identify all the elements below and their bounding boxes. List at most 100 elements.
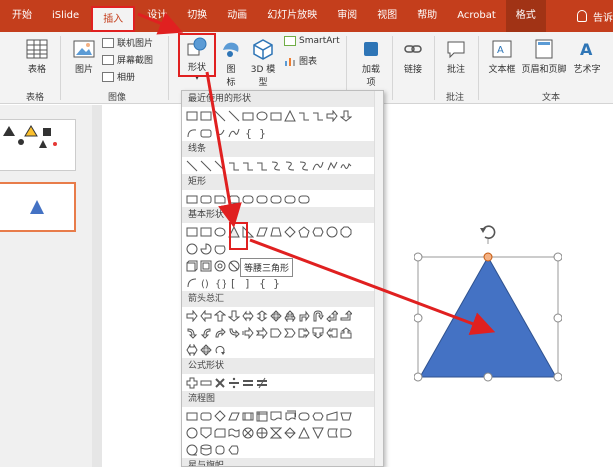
textbox-shape-icon[interactable] — [186, 226, 198, 238]
slide-thumbnail[interactable] — [0, 119, 76, 171]
flowchart-manual-operation-icon[interactable] — [340, 410, 352, 422]
curved-up-arrow-shape-icon[interactable] — [214, 327, 226, 339]
tab-format[interactable]: 格式 — [505, 0, 546, 32]
icons-button[interactable]: 图标 — [220, 38, 242, 88]
vertical-textbox-shape-icon[interactable] — [200, 226, 212, 238]
tab-transitions[interactable]: 切换 — [177, 0, 217, 32]
curved-down-arrow-shape-icon[interactable] — [228, 327, 240, 339]
freeform-shape-icon[interactable] — [326, 160, 338, 172]
gallery-scrollbar[interactable] — [374, 91, 383, 466]
diamond-shape-icon[interactable] — [284, 225, 296, 238]
flowchart-terminator-icon[interactable] — [298, 410, 310, 422]
online-pictures-button[interactable]: 联机图片 — [102, 36, 153, 49]
tab-view[interactable]: 视图 — [367, 0, 407, 32]
tab-insert[interactable]: 插入 — [91, 6, 136, 32]
right-brace-shape-icon[interactable]: } — [256, 127, 268, 139]
smartart-button[interactable]: SmartArt — [284, 36, 340, 46]
flowchart-collate-icon[interactable] — [270, 427, 282, 439]
connector-shape-icon[interactable] — [312, 110, 324, 122]
tab-animations[interactable]: 动画 — [217, 0, 257, 32]
striped-right-arrow-shape-icon[interactable] — [242, 326, 254, 339]
curve-shape-icon[interactable] — [312, 160, 324, 172]
up-arrow-callout-shape-icon[interactable] — [340, 326, 352, 339]
left-brace-shape-icon[interactable]: { — [242, 127, 254, 139]
quad-arrow-shape-icon[interactable] — [270, 309, 282, 322]
tab-help[interactable]: 帮助 — [407, 0, 447, 32]
heptagon-shape-icon[interactable] — [326, 226, 338, 238]
division-shape-icon[interactable] — [228, 377, 240, 389]
flowchart-card-icon[interactable] — [214, 427, 226, 439]
flowchart-merge-icon[interactable] — [312, 427, 324, 439]
brace-pair-shape-icon[interactable]: {} — [214, 277, 226, 289]
slide-thumbnail-selected[interactable] — [0, 182, 76, 232]
connector-shape-icon[interactable] — [298, 110, 310, 122]
left-bracket-shape-icon[interactable]: [ — [228, 277, 240, 289]
elbow-connector-shape-icon[interactable] — [242, 160, 254, 172]
comment-button[interactable]: 批注 — [442, 38, 470, 75]
right-brace-shape-icon[interactable]: } — [270, 277, 282, 289]
rounded-rect-shape-icon[interactable] — [200, 127, 212, 139]
round-rect-shape-icon[interactable] — [298, 193, 310, 205]
minus-shape-icon[interactable] — [200, 377, 212, 389]
multiply-shape-icon[interactable] — [214, 377, 226, 389]
frame-shape-icon[interactable] — [200, 260, 212, 272]
header-footer-button[interactable]: 页眉和页脚 — [521, 38, 567, 75]
flowchart-internal-storage-icon[interactable] — [256, 410, 268, 422]
flowchart-punched-tape-icon[interactable] — [228, 427, 240, 439]
trapezoid-shape-icon[interactable] — [270, 226, 282, 238]
flowchart-display-icon[interactable] — [228, 444, 240, 456]
right-arrow-callout-shape-icon[interactable] — [298, 327, 310, 339]
down-arrow-callout-shape-icon[interactable] — [312, 327, 324, 339]
u-turn-arrow-shape-icon[interactable] — [312, 309, 324, 322]
decagon-shape-icon[interactable] — [186, 243, 198, 255]
round-rect-shape-icon[interactable] — [242, 193, 254, 205]
flowchart-multidocument-icon[interactable] — [284, 410, 296, 422]
flowchart-or-icon[interactable] — [256, 427, 268, 439]
arrow-up-shape-icon[interactable] — [214, 309, 226, 322]
line-shape-icon[interactable] — [186, 160, 198, 172]
flowchart-data-icon[interactable] — [228, 410, 240, 422]
screenshot-button[interactable]: 屏幕截图 — [102, 53, 153, 66]
curved-right-arrow-shape-icon[interactable] — [186, 327, 198, 339]
flowchart-manual-input-icon[interactable] — [326, 410, 338, 422]
up-down-arrow-shape-icon[interactable] — [256, 309, 268, 322]
double-arrow-line-shape-icon[interactable] — [214, 160, 226, 172]
flowchart-sort-icon[interactable] — [284, 426, 296, 439]
textbox-shape-icon[interactable] — [186, 110, 198, 122]
left-right-arrow-callout-shape-icon[interactable] — [186, 343, 198, 356]
elbow-connector-shape-icon[interactable] — [256, 160, 268, 172]
flowchart-document-icon[interactable] — [270, 410, 282, 422]
bracket-pair-shape-icon[interactable]: () — [200, 277, 212, 289]
curved-connector-shape-icon[interactable] — [284, 160, 296, 172]
flowchart-stored-data-icon[interactable] — [326, 427, 338, 439]
flowchart-alternate-process-icon[interactable] — [200, 410, 212, 422]
album-button[interactable]: 相册 — [102, 70, 135, 83]
left-brace-shape-icon[interactable]: { — [256, 277, 268, 289]
rounded-rect-shape-icon[interactable] — [200, 193, 212, 205]
tab-review[interactable]: 审阅 — [327, 0, 367, 32]
arrow-right-shape-icon[interactable] — [326, 109, 338, 122]
circular-arrow-shape-icon[interactable] — [214, 344, 226, 356]
octagon-shape-icon[interactable] — [340, 226, 352, 238]
elbow-connector-shape-icon[interactable] — [228, 160, 240, 172]
tab-slideshow[interactable]: 幻灯片放映 — [257, 0, 327, 32]
tab-design[interactable]: 设计 — [137, 0, 177, 32]
picture-button[interactable]: 图片 — [70, 38, 98, 75]
left-arrow-callout-shape-icon[interactable] — [326, 327, 338, 339]
right-bracket-shape-icon[interactable]: ] — [242, 277, 254, 289]
left-right-up-arrow-shape-icon[interactable] — [284, 309, 296, 322]
chord-shape-icon[interactable] — [214, 243, 226, 255]
isosceles-triangle-shape[interactable] — [414, 248, 562, 382]
3d-model-button[interactable]: 3D 模型 — [248, 38, 278, 88]
round-rect-shape-icon[interactable] — [270, 193, 282, 205]
bent-arrow-shape-icon[interactable] — [298, 310, 310, 322]
rotate-handle-icon[interactable] — [478, 222, 498, 244]
line-shape-icon[interactable] — [214, 110, 226, 122]
snip-rect-shape-icon[interactable] — [228, 193, 240, 205]
plus-shape-icon[interactable] — [186, 377, 198, 389]
quad-arrow-callout-shape-icon[interactable] — [200, 343, 212, 356]
arrow-down-shape-icon[interactable] — [340, 110, 352, 122]
curved-left-arrow-shape-icon[interactable] — [200, 327, 212, 339]
arrow-left-shape-icon[interactable] — [200, 309, 212, 322]
cube-shape-icon[interactable] — [186, 260, 198, 272]
